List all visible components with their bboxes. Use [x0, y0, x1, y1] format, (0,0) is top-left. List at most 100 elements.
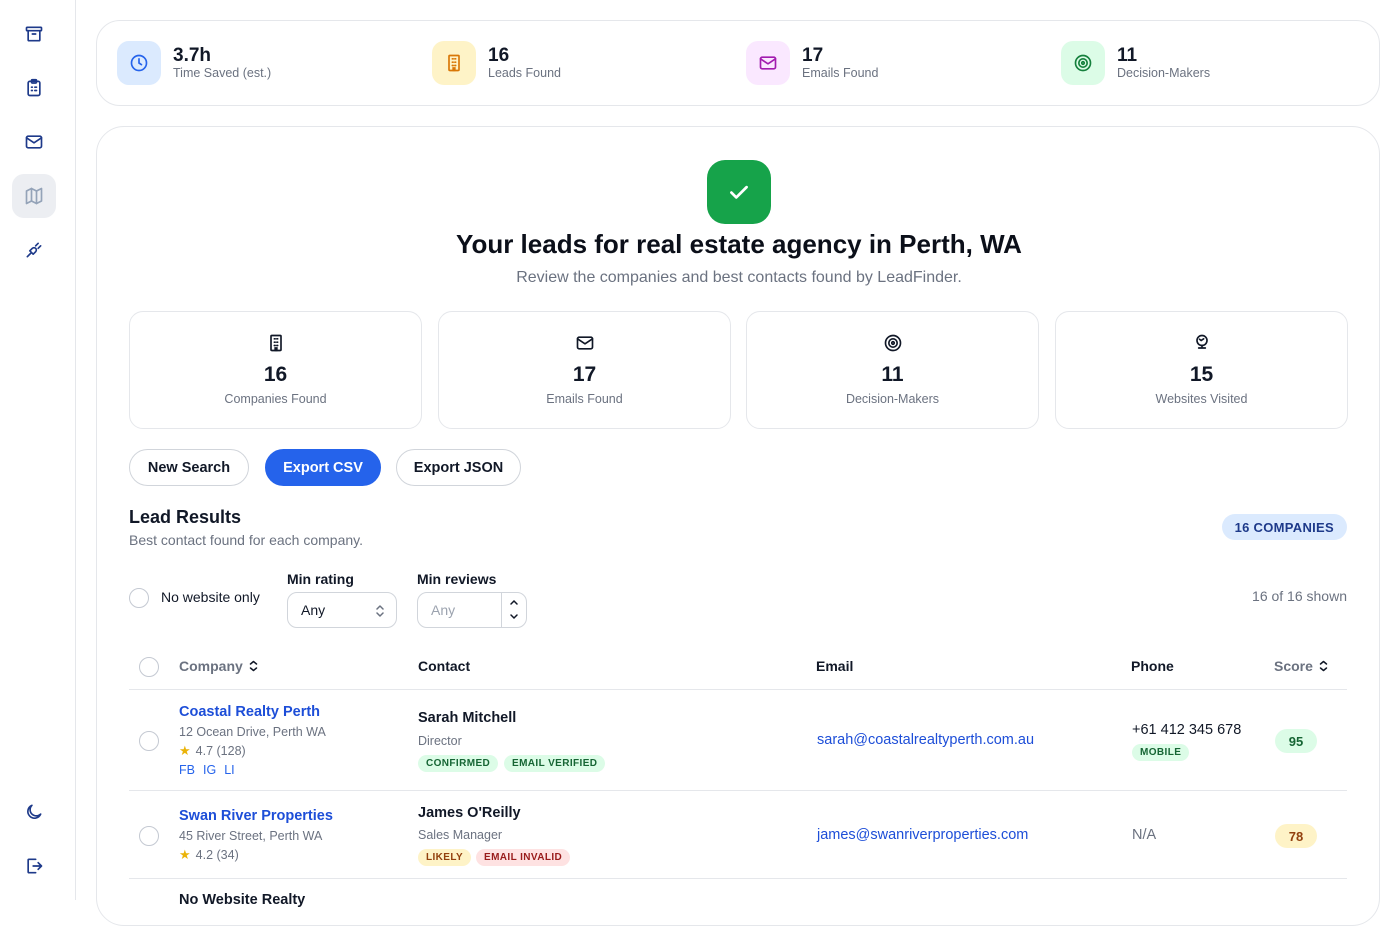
sidebar-item-archive[interactable]: [12, 12, 56, 56]
globe-icon: [1196, 334, 1208, 349]
stat-value: 11: [1117, 45, 1138, 66]
new-search-button[interactable]: New Search: [129, 449, 249, 486]
check-icon: [730, 185, 748, 199]
score-badge: 78: [1275, 824, 1317, 848]
metric-value: 15: [1189, 363, 1214, 386]
stat-label: Leads Found: [488, 66, 561, 80]
column-header-score[interactable]: Score: [1274, 658, 1328, 674]
column-label: Email: [816, 658, 854, 674]
chevron-updown-icon: [376, 605, 384, 617]
number-stepper[interactable]: [501, 593, 526, 627]
company-name-link[interactable]: Coastal Realty Perth: [179, 704, 320, 720]
clipboard-icon: [27, 78, 41, 97]
sidebar: [0, 0, 76, 900]
column-header-contact: Contact: [418, 658, 470, 674]
column-label: Company: [179, 658, 243, 674]
min-reviews-input[interactable]: Any: [417, 592, 527, 628]
select-all-radio[interactable]: [139, 657, 159, 677]
social-link-ig[interactable]: IG: [203, 763, 216, 777]
sidebar-item-map[interactable]: [12, 174, 56, 218]
target-icon: [884, 334, 902, 352]
company-name-link[interactable]: Swan River Properties: [179, 808, 333, 824]
metric-label: Emails Found: [546, 392, 623, 406]
stepper-down-icon[interactable]: [509, 613, 519, 621]
sort-icon: [249, 660, 258, 672]
metric-card-emails: 17 Emails Found: [438, 311, 731, 429]
star-icon: ★: [179, 743, 191, 758]
mail-icon: [759, 56, 777, 70]
stat-label: Time Saved (est.): [173, 66, 272, 80]
target-icon: [1074, 54, 1092, 72]
rating-text: 4.7 (128): [195, 744, 246, 758]
building-icon: [448, 54, 460, 72]
stat-time-saved: 3.7h Time Saved (est.): [117, 41, 271, 85]
metric-label: Decision-Makers: [845, 392, 940, 406]
min-rating-value: Any: [301, 602, 326, 618]
moon-icon: [27, 804, 42, 819]
column-header-company[interactable]: Company: [179, 658, 258, 674]
email-status-badge: EMAIL INVALID: [476, 849, 571, 866]
stat-value: 17: [802, 45, 824, 66]
email-link[interactable]: james@swanriverproperties.com: [817, 827, 1028, 843]
companies-count-badge: 16 COMPANIES: [1221, 514, 1347, 540]
company-address: 12 Ocean Drive, Perth WA: [179, 725, 326, 739]
map-icon: [25, 187, 43, 205]
contact-name: James O'Reilly: [418, 805, 521, 821]
row-select-radio[interactable]: [139, 826, 159, 846]
phone-type-badge: MOBILE: [1132, 744, 1190, 761]
stat-label: Decision-Makers: [1117, 66, 1211, 80]
min-rating-label: Min rating: [287, 571, 354, 587]
social-link-li[interactable]: LI: [224, 763, 234, 777]
email-link[interactable]: sarah@coastalrealtyperth.com.au: [817, 732, 1034, 748]
min-rating-select[interactable]: Any: [287, 592, 397, 628]
page-title: Your leads for real estate agency in Per…: [456, 229, 1022, 259]
metric-label: Companies Found: [224, 392, 327, 406]
logout-icon: [27, 858, 43, 874]
building-icon: [270, 334, 282, 352]
stat-icon-box: [432, 41, 476, 85]
stat-icon-box: [1061, 41, 1105, 85]
stat-leads-found: 16 Leads Found: [432, 41, 561, 85]
metric-value: 16: [263, 363, 288, 386]
mail-icon: [576, 336, 594, 350]
sidebar-item-tasks[interactable]: [12, 66, 56, 110]
row-divider: [129, 790, 1347, 791]
metric-label: Websites Visited: [1155, 392, 1248, 406]
theme-toggle-button[interactable]: [12, 790, 56, 834]
company-name-link[interactable]: No Website Realty: [179, 892, 305, 908]
section-title: Lead Results: [129, 507, 242, 527]
star-icon: ★: [179, 847, 191, 862]
column-header-email: Email: [816, 658, 853, 674]
phone-number: N/A: [1132, 827, 1157, 843]
rating-text: 4.2 (34): [195, 848, 239, 862]
sidebar-item-mail[interactable]: [12, 120, 56, 164]
export-csv-button[interactable]: Export CSV: [265, 449, 381, 486]
stat-value: 16: [488, 45, 510, 66]
min-reviews-label: Min reviews: [417, 571, 497, 587]
sidebar-item-integrations[interactable]: [12, 228, 56, 272]
company-rating: ★ 4.7 (128): [179, 743, 246, 759]
stat-emails-found: 17 Emails Found: [746, 41, 878, 85]
sort-icon: [1319, 660, 1328, 672]
clock-icon: [130, 54, 148, 72]
social-link-fb[interactable]: FB: [179, 763, 195, 777]
row-divider: [129, 878, 1347, 879]
shown-count: 16 of 16 shown: [1252, 588, 1347, 604]
export-json-button[interactable]: Export JSON: [396, 449, 521, 486]
contact-role: Sales Manager: [418, 828, 503, 842]
mail-icon: [25, 135, 43, 149]
stat-decision-makers: 11 Decision-Makers: [1061, 41, 1210, 85]
no-website-radio[interactable]: [129, 588, 149, 608]
page-subtitle: Review the companies and best contacts f…: [516, 269, 962, 286]
company-address: 45 River Street, Perth WA: [179, 829, 323, 843]
row-select-radio[interactable]: [139, 731, 159, 751]
archive-icon: [25, 26, 43, 42]
stat-label: Emails Found: [802, 66, 879, 80]
social-links: FB IG LI: [179, 763, 243, 777]
column-label: Contact: [418, 658, 471, 674]
stepper-up-icon[interactable]: [509, 598, 519, 606]
column-header-phone: Phone: [1131, 658, 1174, 674]
stat-value: 3.7h: [173, 45, 212, 66]
logout-button[interactable]: [12, 844, 56, 888]
min-reviews-placeholder: Any: [431, 602, 456, 618]
